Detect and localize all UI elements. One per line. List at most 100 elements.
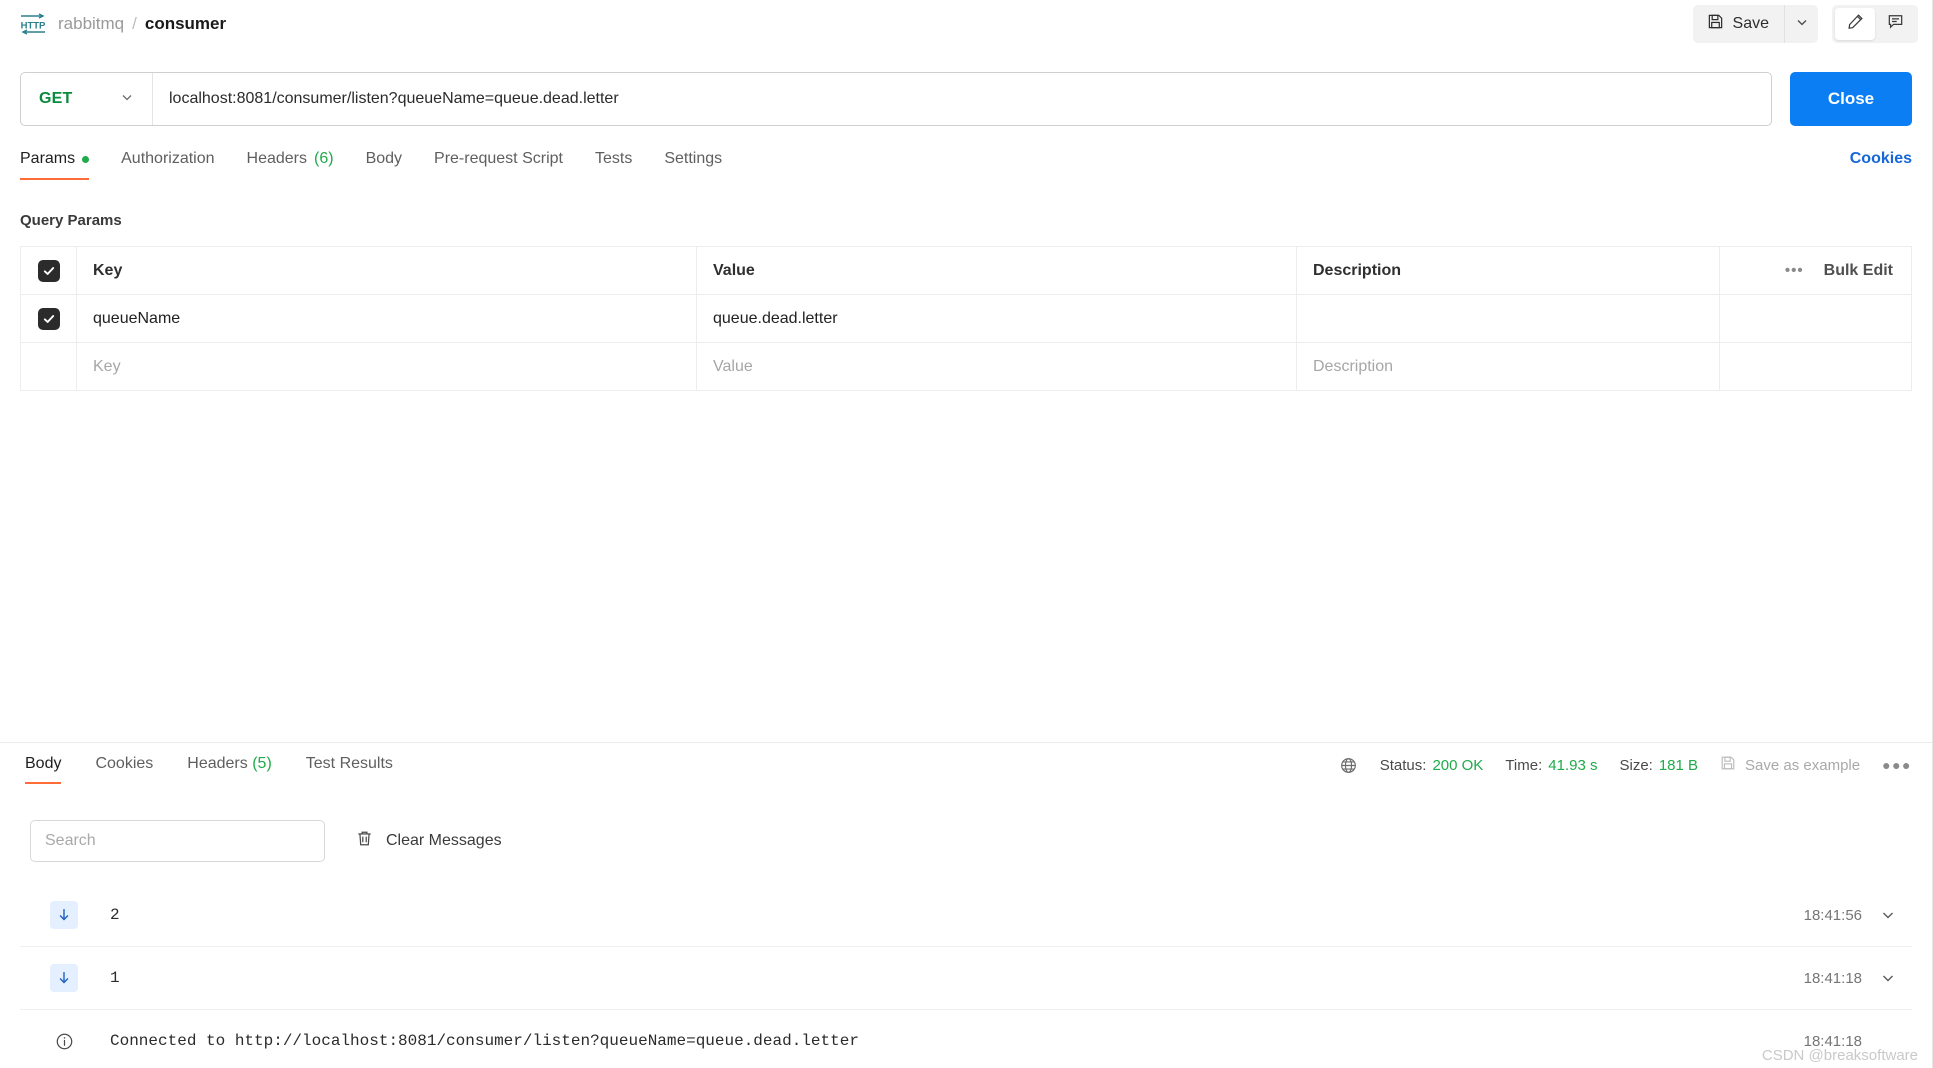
time-badge: Time: 41.93 s [1505, 757, 1597, 774]
response-more-options-icon[interactable]: ●●● [1882, 757, 1912, 773]
tab-tests-label: Tests [595, 150, 632, 168]
arrow-down-icon [50, 901, 78, 929]
column-header-key: Key [77, 247, 697, 295]
tab-settings[interactable]: Settings [664, 150, 722, 180]
query-params-title: Query Params [20, 212, 122, 229]
response-tab-test-results-label: Test Results [306, 755, 393, 772]
response-tab-cookies-label: Cookies [95, 755, 153, 772]
column-header-value: Value [697, 247, 1297, 295]
list-item[interactable]: 2 18:41:56 [20, 884, 1912, 947]
response-tab-body[interactable]: Body [25, 755, 61, 784]
tab-pre-request-script-label: Pre-request Script [434, 150, 563, 168]
http-icon: HTTP [20, 13, 46, 35]
table-actions-cell: ••• Bulk Edit [1720, 247, 1912, 295]
url-input[interactable] [153, 73, 1771, 125]
tab-params-label: Params [20, 150, 75, 168]
floppy-disk-icon [1707, 13, 1724, 35]
table-row: queueName queue.dead.letter [21, 295, 1912, 343]
table-row-placeholder: Key Value Description [21, 343, 1912, 391]
tab-headers-label: Headers [247, 150, 307, 168]
top-bar: HTTP rabbitmq / consumer Save [0, 0, 1932, 48]
tab-authorization-label: Authorization [121, 150, 214, 168]
status-value: 200 OK [1432, 757, 1483, 774]
edit-mode-button[interactable] [1835, 8, 1875, 40]
message-body: 2 [110, 906, 120, 924]
cookies-link[interactable]: Cookies [1850, 150, 1912, 180]
response-tab-headers-label: Headers [187, 755, 247, 772]
chevron-down-icon[interactable] [1870, 970, 1906, 986]
tab-tests[interactable]: Tests [595, 150, 632, 180]
chevron-down-icon [120, 90, 134, 109]
tab-params[interactable]: Params [20, 150, 89, 180]
size-label: Size: [1619, 757, 1652, 774]
tab-body-label: Body [366, 150, 402, 168]
method-selector[interactable]: GET [21, 73, 153, 125]
breadcrumb: rabbitmq / consumer [58, 14, 226, 34]
placeholder-description-cell[interactable]: Description [1297, 343, 1720, 391]
tab-pre-request-script[interactable]: Pre-request Script [434, 150, 563, 180]
message-timestamp: 18:41:56 [1804, 907, 1870, 924]
tab-authorization[interactable]: Authorization [121, 150, 214, 180]
query-params-table: Key Value Description ••• Bulk Edit [20, 246, 1912, 391]
save-button[interactable]: Save [1693, 5, 1784, 43]
breadcrumb-collection[interactable]: rabbitmq [58, 14, 124, 34]
message-body: Connected to http://localhost:8081/consu… [110, 1032, 859, 1050]
floppy-disk-icon [1720, 755, 1736, 775]
row-checkbox-cell [21, 295, 77, 343]
breadcrumb-separator: / [132, 14, 137, 34]
search-input[interactable] [30, 820, 325, 862]
placeholder-value-cell[interactable]: Value [697, 343, 1297, 391]
response-tab-headers[interactable]: Headers (5) [187, 755, 272, 784]
info-circle-icon [50, 1027, 78, 1055]
globe-icon [1339, 756, 1358, 775]
param-key-cell[interactable]: queueName [77, 295, 697, 343]
tab-headers[interactable]: Headers (6) [247, 150, 334, 180]
status-badge: Status: 200 OK [1380, 757, 1484, 774]
size-value: 181 B [1659, 757, 1698, 774]
bulk-edit-button[interactable]: Bulk Edit [1824, 262, 1893, 280]
row-checkbox[interactable] [38, 308, 60, 330]
param-description-cell[interactable] [1297, 295, 1720, 343]
save-button-label: Save [1733, 15, 1769, 33]
response-divider [0, 742, 1932, 743]
chevron-down-icon[interactable] [1870, 907, 1906, 923]
method-label: GET [39, 90, 73, 108]
trash-icon [355, 829, 374, 853]
save-as-example-label: Save as example [1745, 757, 1860, 774]
ellipsis-icon[interactable]: ••• [1785, 262, 1804, 279]
clear-messages-button[interactable]: Clear Messages [355, 829, 502, 853]
save-options-button[interactable] [1784, 5, 1818, 43]
tab-body[interactable]: Body [366, 150, 402, 180]
time-label: Time: [1505, 757, 1542, 774]
response-tab-cookies[interactable]: Cookies [95, 755, 153, 784]
placeholder-checkbox-cell [21, 343, 77, 391]
select-all-checkbox[interactable] [38, 260, 60, 282]
message-body: 1 [110, 969, 120, 987]
url-bar-row: GET Close [20, 72, 1912, 126]
tab-settings-label: Settings [664, 150, 722, 168]
response-tab-body-label: Body [25, 755, 61, 772]
svg-text:HTTP: HTTP [21, 21, 46, 32]
save-as-example-button[interactable]: Save as example [1720, 755, 1860, 775]
status-label: Status: [1380, 757, 1427, 774]
top-bar-actions: Save [1693, 5, 1918, 43]
breadcrumb-request-name[interactable]: consumer [145, 14, 226, 34]
time-value: 41.93 s [1548, 757, 1597, 774]
placeholder-key-cell[interactable]: Key [77, 343, 697, 391]
param-value-cell[interactable]: queue.dead.letter [697, 295, 1297, 343]
select-all-cell [21, 247, 77, 295]
tab-headers-count: (6) [314, 150, 334, 168]
comment-icon [1886, 12, 1905, 36]
response-tab-test-results[interactable]: Test Results [306, 755, 393, 784]
postman-request-window: HTTP rabbitmq / consumer Save [0, 0, 1933, 1068]
response-tabs: Body Cookies Headers (5) Test Results St… [0, 755, 1912, 799]
comments-button[interactable] [1875, 8, 1915, 40]
list-item: Connected to http://localhost:8081/consu… [20, 1010, 1912, 1068]
request-tabs: Params Authorization Headers (6) Body Pr… [20, 150, 1912, 192]
response-tab-headers-count: (5) [252, 755, 272, 772]
close-button[interactable]: Close [1790, 72, 1912, 126]
save-button-group: Save [1693, 5, 1818, 43]
chevron-down-icon [1795, 15, 1809, 34]
list-item[interactable]: 1 18:41:18 [20, 947, 1912, 1010]
view-toggle-group [1832, 5, 1918, 43]
